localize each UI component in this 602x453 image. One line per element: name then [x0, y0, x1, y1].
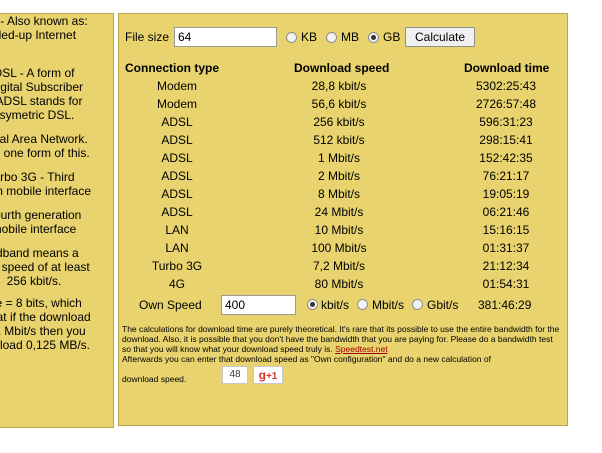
connection-type-cell: ADSL	[161, 151, 193, 165]
download-speed-cell: 1 Mbit/s	[317, 151, 360, 165]
unit-mb-radio[interactable]	[326, 32, 337, 43]
info-line: adband means a	[0, 246, 79, 260]
gplus-label: +1	[265, 371, 278, 382]
download-time-cell: 01:31:37	[482, 241, 530, 255]
header-download-speed: Download speed	[294, 61, 390, 75]
download-time-cell: 298:15:41	[479, 133, 533, 147]
download-speed-cell: 100 Mbit/s	[311, 241, 367, 255]
info-line: et is one form of this.	[0, 146, 90, 160]
info-line: em - Also known as:	[0, 14, 88, 28]
download-speed-cell: 56,6 kbit/s	[311, 97, 367, 111]
connection-type-cell: ADSL	[161, 169, 193, 183]
connection-type-cell: ADSL	[161, 115, 193, 129]
connection-type-cell: LAN	[165, 223, 189, 237]
info-paragraph: Fourth generationmobile interface	[0, 208, 109, 236]
note-text-3: download speed.	[122, 374, 187, 384]
info-line: yte = 8 bits, which	[0, 296, 82, 310]
sidebar-info-panel: em - Also known as:aled-up Internet DSL -…	[0, 13, 114, 428]
download-time-cell: 596:31:23	[479, 115, 533, 129]
unit-kb-label: KB	[301, 30, 318, 44]
download-time-cell: 19:05:19	[482, 187, 530, 201]
info-paragraph: yte = 8 bits, whichs that if the downloa…	[0, 296, 109, 352]
unit-mb-label: MB	[341, 30, 359, 44]
own-speed-time: 381:46:29	[478, 298, 532, 312]
own-gbit-radio[interactable]	[412, 299, 423, 310]
info-line: 256 kbit/s.	[6, 274, 62, 288]
info-line: is 1 Mbit/s then you	[0, 324, 86, 338]
own-speed-input[interactable]	[221, 295, 296, 315]
file-size-row: File size KB MB GB Calculate	[125, 26, 565, 48]
info-line: urbo 3G - Third	[0, 170, 75, 184]
connection-type-cell: Modem	[156, 97, 197, 111]
info-line: Local Area Network.	[0, 132, 88, 146]
share-count: 48	[222, 366, 248, 384]
own-kbit-label: kbit/s	[321, 298, 350, 312]
download-time-cell: 5302:25:43	[475, 79, 537, 93]
own-mbit-radio[interactable]	[357, 299, 368, 310]
header-download-time: Download time	[464, 61, 550, 75]
connection-type-cell: ADSL	[161, 187, 193, 201]
info-line: ation mobile interface	[0, 184, 92, 198]
download-speed-cell: 512 kbit/s	[313, 133, 365, 147]
info-line: ownload 0,125 MB/s.	[0, 338, 91, 352]
info-line: DSL - A form of	[0, 66, 75, 80]
connection-type-cell: Modem	[156, 79, 197, 93]
own-gbit-label: Gbit/s	[427, 298, 459, 312]
gplus-icon: g	[258, 368, 266, 382]
download-speed-cell: 10 Mbit/s	[314, 223, 364, 237]
download-speed-cell: 2 Mbit/s	[317, 169, 360, 183]
connection-type-cell: ADSL	[161, 205, 193, 219]
own-speed-label: Own Speed	[139, 298, 202, 312]
info-paragraph: adband means aoad speed of at least256 k…	[0, 246, 109, 288]
file-size-label: File size	[125, 30, 170, 44]
info-line: oad speed of at least	[0, 260, 90, 274]
gplus-button[interactable]: g+1	[253, 366, 283, 384]
info-paragraph: DSL - A form of(Digital Subscriber). ADS…	[0, 66, 109, 122]
download-speed-cell: 8 Mbit/s	[317, 187, 360, 201]
unit-gb-label: GB	[383, 30, 401, 44]
download-time-cell: 06:21:46	[482, 205, 530, 219]
unit-kb-radio[interactable]	[286, 32, 297, 43]
download-time-cell: 21:12:34	[482, 259, 530, 273]
speedtest-link[interactable]: Speedtest.net	[335, 344, 387, 354]
info-line: (Digital Subscriber	[0, 80, 84, 94]
file-size-input[interactable]	[174, 27, 277, 47]
download-calculator-panel: File size KB MB GB Calculate Connection …	[118, 13, 568, 426]
download-speed-cell: 7,2 Mbit/s	[312, 259, 366, 273]
info-paragraph: Local Area Network.et is one form of thi…	[0, 132, 109, 160]
connection-type-cell: Turbo 3G	[151, 259, 203, 273]
own-kbit-radio[interactable]	[307, 299, 318, 310]
download-time-cell: 2726:57:48	[475, 97, 537, 111]
info-paragraph: em - Also known as:aled-up Internet	[0, 14, 109, 42]
info-line: aled-up Internet	[0, 28, 77, 42]
info-line: s that if the download	[0, 310, 91, 324]
info-paragraph: urbo 3G - Thirdation mobile interface	[0, 170, 109, 198]
info-line: mobile interface	[0, 222, 77, 236]
info-line: Fourth generation	[0, 208, 82, 222]
connection-type-cell: 4G	[168, 277, 185, 291]
disclaimer-note: The calculations for download time are p…	[122, 324, 564, 384]
own-mbit-label: Mbit/s	[372, 298, 405, 312]
download-time-cell: 01:54:31	[482, 277, 530, 291]
note-text-2: Afterwards you can enter that download s…	[122, 354, 491, 364]
download-time-cell: 152:42:35	[479, 151, 533, 165]
header-connection-type: Connection type	[125, 61, 220, 75]
download-speed-cell: 28,8 kbit/s	[311, 79, 367, 93]
download-time-cell: 76:21:17	[482, 169, 530, 183]
calculate-button[interactable]: Calculate	[405, 27, 475, 47]
info-line: ssymetric DSL.	[0, 108, 75, 122]
connection-type-cell: ADSL	[161, 133, 193, 147]
download-speed-cell: 256 kbit/s	[313, 115, 365, 129]
download-speed-cell: 80 Mbit/s	[314, 277, 364, 291]
download-speed-cell: 24 Mbit/s	[314, 205, 364, 219]
info-line: ). ADSL stands for	[0, 94, 83, 108]
connection-type-cell: LAN	[165, 241, 189, 255]
download-time-cell: 15:16:15	[482, 223, 530, 237]
unit-gb-radio[interactable]	[368, 32, 379, 43]
